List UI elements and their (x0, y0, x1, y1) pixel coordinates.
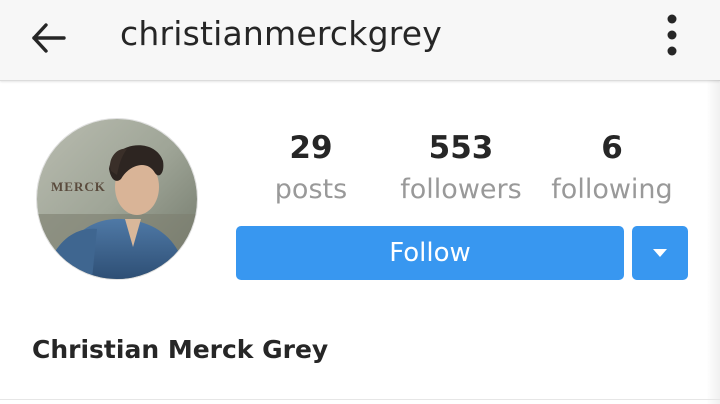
back-button[interactable] (22, 12, 74, 64)
following-label: following (551, 174, 673, 205)
avatar-photo (37, 119, 197, 279)
posts-label: posts (274, 174, 348, 205)
profile-full-name: Christian Merck Grey (32, 335, 329, 364)
top-app-bar: christianmerckgrey (0, 0, 720, 81)
stat-followers[interactable]: 553 followers (391, 128, 531, 210)
suggestions-dropdown-button[interactable] (632, 226, 688, 280)
stat-posts[interactable]: 29 posts (241, 128, 381, 210)
avatar-watermark: MERCK (51, 179, 106, 194)
following-count: 6 (601, 130, 623, 166)
avatar[interactable]: MERCK (36, 118, 198, 280)
followers-label: followers (400, 174, 522, 205)
divider (0, 399, 720, 400)
more-options-button[interactable] (650, 10, 694, 60)
caret-down-icon (653, 249, 667, 257)
arrow-left-icon (32, 23, 66, 53)
posts-count: 29 (289, 130, 333, 166)
edge-shadow (706, 80, 720, 404)
profile-username: christianmerckgrey (120, 14, 442, 53)
more-vertical-icon (667, 14, 677, 56)
followers-count: 553 (428, 130, 494, 166)
follow-button[interactable]: Follow (236, 226, 624, 280)
stat-following[interactable]: 6 following (542, 128, 682, 210)
profile-screen: christianmerckgrey MERCK 29 posts 553 fo… (0, 0, 720, 404)
